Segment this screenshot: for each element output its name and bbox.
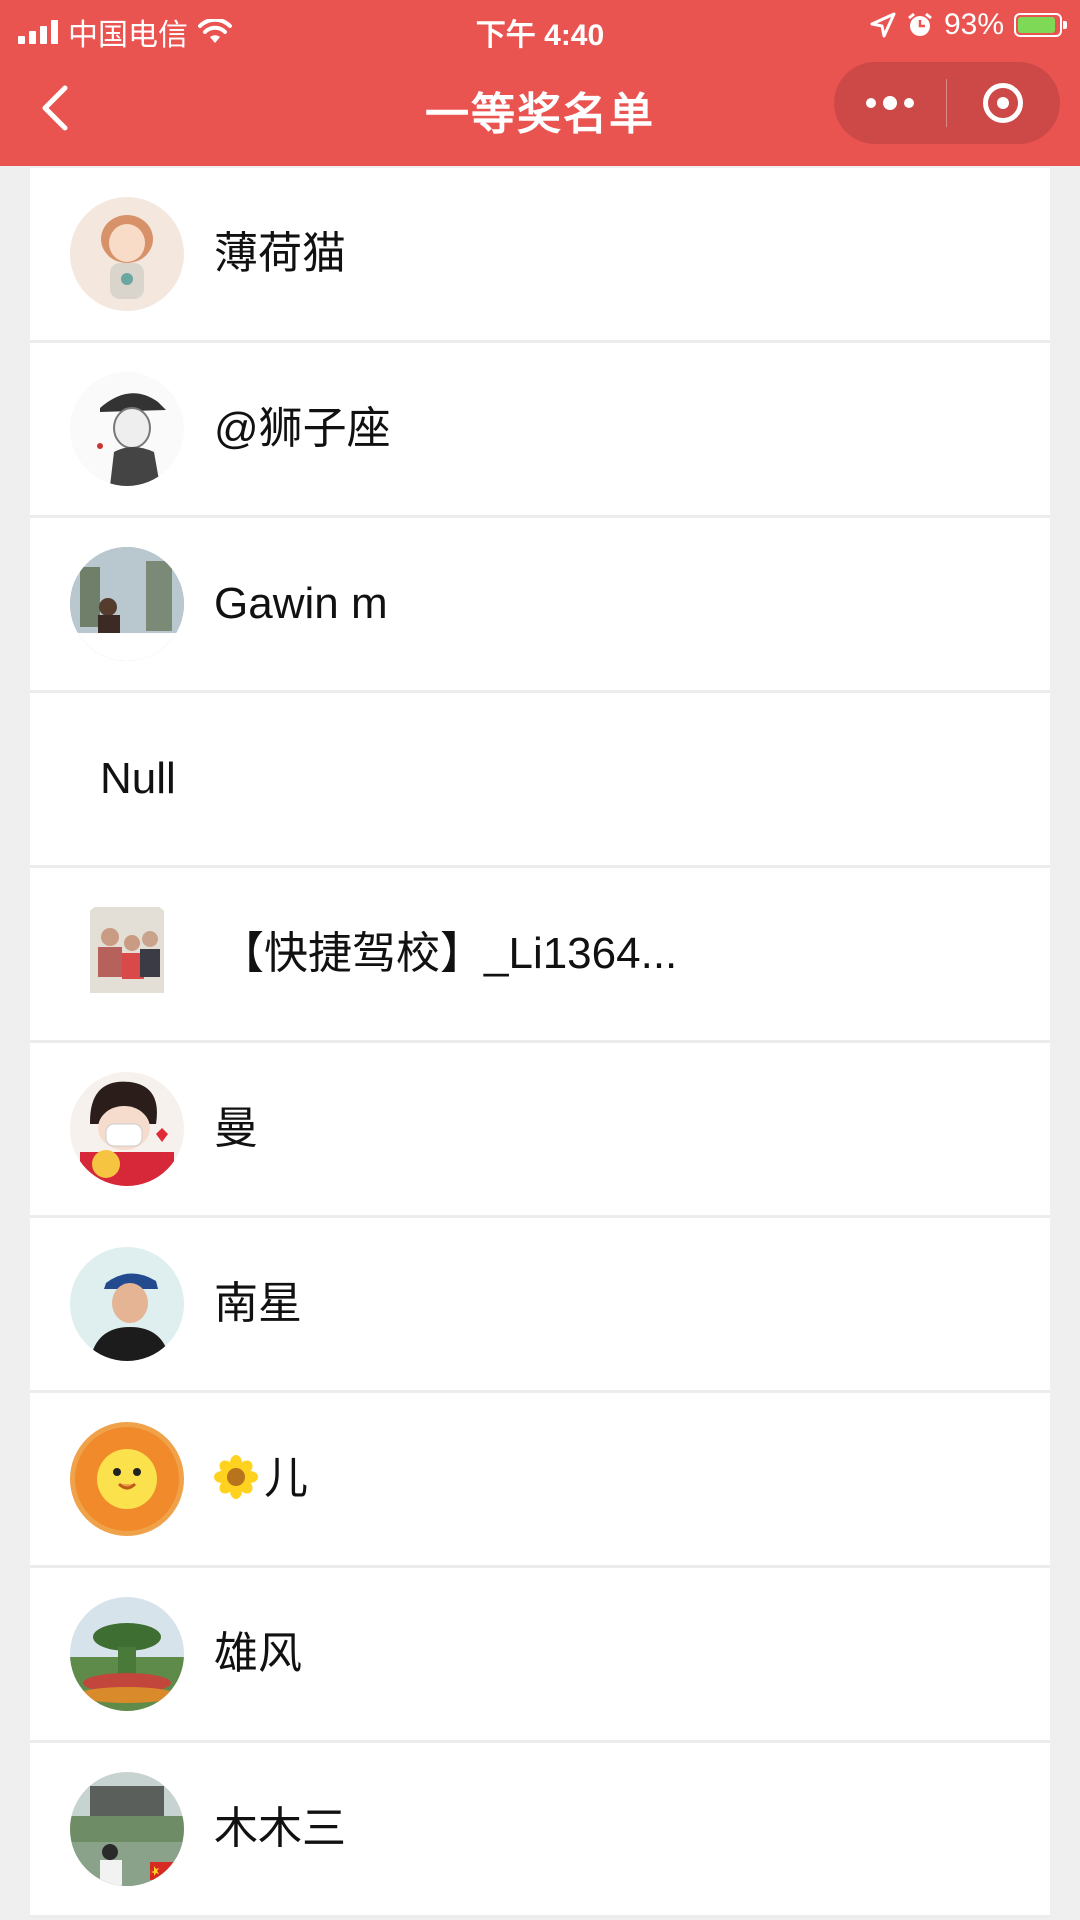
- list-item[interactable]: 木木三: [30, 1743, 1050, 1918]
- list-item[interactable]: 曼: [30, 1043, 1050, 1218]
- status-bar: 中国电信 下午 4:40 93%: [0, 0, 1080, 52]
- winner-name: Null: [100, 754, 176, 803]
- avatar: [70, 372, 184, 486]
- photo-outdoor-avatar-icon: [70, 547, 184, 661]
- list-item[interactable]: Gawin m: [30, 518, 1050, 693]
- top-header: 中国电信 下午 4:40 93% 一等奖名单: [0, 0, 1080, 166]
- navigation-bar: 一等奖名单: [0, 52, 1080, 162]
- sunflower-toy-avatar-icon: [70, 1422, 184, 1536]
- avatar: [70, 1072, 184, 1186]
- winner-name: 南星: [214, 1279, 302, 1328]
- winner-name: 木木三: [214, 1804, 346, 1853]
- location-arrow-icon: [870, 12, 896, 38]
- status-right: 93%: [870, 8, 1067, 42]
- alarm-clock-icon: [908, 12, 932, 36]
- man-cap-avatar-icon: [70, 1247, 184, 1361]
- winner-name: 儿: [264, 1454, 308, 1503]
- cartoon-girl-mask-avatar-icon: [70, 1072, 184, 1186]
- avatar: [70, 897, 184, 1011]
- close-miniprogram-button[interactable]: [947, 62, 1059, 144]
- battery-percent: 93%: [943, 8, 1004, 41]
- winner-name: 雄风: [214, 1629, 302, 1678]
- list-item[interactable]: Null: [30, 693, 1050, 868]
- list-item[interactable]: @狮子座: [30, 343, 1050, 518]
- list-item[interactable]: 儿: [30, 1393, 1050, 1568]
- winner-name-with-icon: 儿: [214, 1393, 308, 1565]
- list-item[interactable]: 雄风: [30, 1568, 1050, 1743]
- list-item[interactable]: 薄荷猫: [30, 168, 1050, 343]
- winner-name: Gawin m: [214, 579, 388, 628]
- avatar: [70, 547, 184, 661]
- list-item[interactable]: 【快捷驾校】_Li1364...: [30, 868, 1050, 1043]
- sketch-cap-avatar-icon: [70, 372, 184, 486]
- winner-name: 【快捷驾校】_Li1364...: [220, 929, 678, 978]
- capsule-menu: [834, 62, 1060, 144]
- more-button[interactable]: [834, 62, 946, 144]
- target-close-icon: [983, 83, 1023, 123]
- avatar: [70, 1772, 184, 1886]
- flower-emoji-icon: [214, 1455, 258, 1500]
- battery-fill: [1018, 17, 1056, 33]
- avatar: [70, 197, 184, 311]
- winner-name: @狮子座: [214, 404, 391, 453]
- winner-list: 薄荷猫 @狮子座 Gawin m Null 【快捷驾校】_Li1364... 曼…: [30, 168, 1050, 1918]
- garden-photo-avatar-icon: [70, 1597, 184, 1711]
- avatar: [70, 1422, 184, 1536]
- more-dots-icon: [866, 96, 914, 110]
- family-photo-avatar-icon: [70, 897, 184, 1011]
- list-item[interactable]: 南星: [30, 1218, 1050, 1393]
- avatar: [70, 1597, 184, 1711]
- lake-child-avatar-icon: [70, 1772, 184, 1886]
- battery-icon: [1014, 13, 1067, 37]
- winner-name: 曼: [214, 1104, 258, 1153]
- winner-name: 薄荷猫: [214, 229, 346, 278]
- girl-illustration-avatar-icon: [70, 197, 184, 311]
- avatar: [70, 1247, 184, 1361]
